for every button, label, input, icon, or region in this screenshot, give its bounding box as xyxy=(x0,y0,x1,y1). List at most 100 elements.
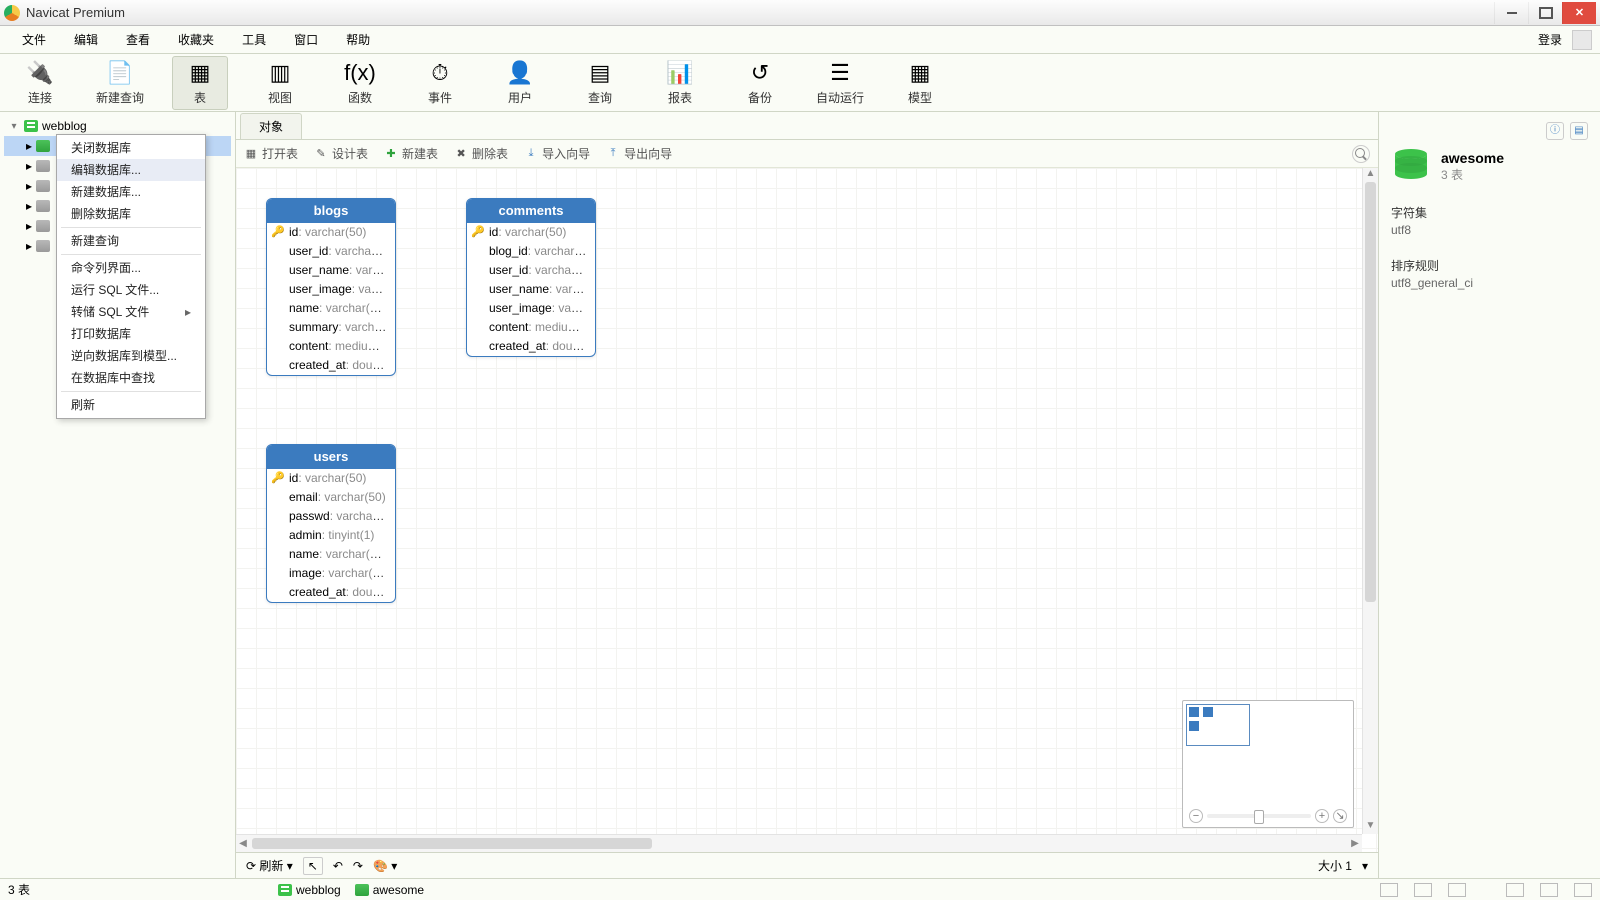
toolbar-label: 报表 xyxy=(668,89,692,106)
context-menu-item[interactable]: 刷新 xyxy=(57,394,205,416)
login-link[interactable]: 登录 xyxy=(1532,27,1568,52)
view-mode-button[interactable] xyxy=(1380,883,1398,897)
context-menu-item[interactable]: 在数据库中查找 xyxy=(57,367,205,389)
menu-view[interactable]: 查看 xyxy=(112,27,164,52)
expand-icon[interactable]: ▸ xyxy=(26,159,32,173)
expand-icon[interactable]: ▸ xyxy=(26,199,32,213)
scroll-thumb[interactable] xyxy=(252,838,652,849)
context-menu-item[interactable]: 转储 SQL 文件 xyxy=(57,301,205,323)
toolbar-备份-button[interactable]: ↺备份 xyxy=(732,56,788,110)
table-card-comments[interactable]: commentsid: varchar(50)blog_id: varchar(… xyxy=(466,198,596,357)
view-mode-button[interactable] xyxy=(1414,883,1432,897)
vertical-scrollbar[interactable]: ▲ ▼ xyxy=(1362,168,1378,834)
context-menu-item[interactable]: 关闭数据库 xyxy=(57,137,205,159)
open-table-button[interactable]: ▦打开表 xyxy=(244,145,298,162)
delete-table-button[interactable]: ✖删除表 xyxy=(454,145,508,162)
diagram-canvas[interactable]: blogsid: varchar(50)user_id: varchar(5..… xyxy=(236,168,1378,852)
minimap[interactable]: − + ↘ xyxy=(1182,700,1354,828)
horizontal-scrollbar[interactable]: ◀ ▶ xyxy=(236,834,1362,852)
info-button[interactable]: ⓘ xyxy=(1546,122,1564,140)
table-column: name: varchar(50) xyxy=(267,545,395,564)
expand-icon[interactable]: ▸ xyxy=(26,219,32,233)
design-table-button[interactable]: ✎设计表 xyxy=(314,145,368,162)
tree-connection[interactable]: ▾ webblog xyxy=(4,116,231,136)
layout-button[interactable] xyxy=(1540,883,1558,897)
expand-icon[interactable]: ▸ xyxy=(26,239,32,253)
object-toolbar: ▦打开表 ✎设计表 ✚新建表 ✖删除表 ⤓导入向导 ⤒导出向导 xyxy=(236,140,1378,168)
context-menu-item[interactable]: 打印数据库 xyxy=(57,323,205,345)
undo-button[interactable]: ↶ xyxy=(333,859,343,873)
design-icon: ✎ xyxy=(314,147,328,161)
zoom-slider[interactable] xyxy=(1207,814,1311,818)
redo-button[interactable]: ↷ xyxy=(353,859,363,873)
table-card-blogs[interactable]: blogsid: varchar(50)user_id: varchar(5..… xyxy=(266,198,396,376)
expand-icon[interactable]: ▸ xyxy=(26,179,32,193)
close-button[interactable] xyxy=(1562,2,1596,24)
status-crumb-database[interactable]: awesome xyxy=(355,883,424,897)
pointer-tool[interactable]: ↖ xyxy=(303,857,323,875)
layout-button[interactable] xyxy=(1506,883,1524,897)
zoom-fit-button[interactable]: ↘ xyxy=(1333,809,1347,823)
toolbar-新建查询-button[interactable]: 📄新建查询 xyxy=(92,56,148,110)
database-icon xyxy=(36,180,50,192)
table-column: content: medium... xyxy=(267,337,395,356)
import-wizard-button[interactable]: ⤓导入向导 xyxy=(524,145,590,162)
zoom-in-button[interactable]: + xyxy=(1315,809,1329,823)
toolbar-模型-button[interactable]: ▦模型 xyxy=(892,56,948,110)
scroll-down-icon[interactable]: ▼ xyxy=(1363,820,1378,834)
menu-edit[interactable]: 编辑 xyxy=(60,27,112,52)
context-menu-item[interactable]: 运行 SQL 文件... xyxy=(57,279,205,301)
menu-window[interactable]: 窗口 xyxy=(280,27,332,52)
toolbar-自动运行-button[interactable]: ☰自动运行 xyxy=(812,56,868,110)
menu-file[interactable]: 文件 xyxy=(8,27,60,52)
toolbar-视图-button[interactable]: ▥视图 xyxy=(252,56,308,110)
menu-help[interactable]: 帮助 xyxy=(332,27,384,52)
toolbar-事件-button[interactable]: ⏱事件 xyxy=(412,56,468,110)
table-column: user_image: varc... xyxy=(267,280,395,299)
zoom-out-button[interactable]: − xyxy=(1189,809,1203,823)
menu-favorites[interactable]: 收藏夹 xyxy=(164,27,228,52)
context-menu-item[interactable]: 新建查询 xyxy=(57,230,205,252)
table-card-users[interactable]: usersid: varchar(50)email: varchar(50)pa… xyxy=(266,444,396,603)
refresh-button[interactable]: ⟳ 刷新 ▾ xyxy=(246,857,293,874)
search-icon[interactable] xyxy=(1352,145,1370,163)
scroll-left-icon[interactable]: ◀ xyxy=(236,835,250,852)
view-mode-button[interactable] xyxy=(1448,883,1466,897)
export-wizard-button[interactable]: ⤒导出向导 xyxy=(606,145,672,162)
scroll-thumb[interactable] xyxy=(1365,182,1376,602)
minimize-button[interactable] xyxy=(1494,2,1528,24)
toolbar-用户-button[interactable]: 👤用户 xyxy=(492,56,548,110)
menu-tools[interactable]: 工具 xyxy=(228,27,280,52)
toolbar-报表-button[interactable]: 📊报表 xyxy=(652,56,708,110)
layout-button[interactable] xyxy=(1574,883,1592,897)
toolbar-函数-button[interactable]: f(x)函数 xyxy=(332,56,388,110)
collapse-icon[interactable]: ▾ xyxy=(8,121,20,132)
database-icon xyxy=(1391,148,1431,184)
scroll-right-icon[interactable]: ▶ xyxy=(1348,835,1362,852)
toolbar-label: 模型 xyxy=(908,89,932,106)
context-menu-item[interactable]: 新建数据库... xyxy=(57,181,205,203)
zoom-dropdown-icon[interactable]: ▾ xyxy=(1362,859,1368,873)
table-title: blogs xyxy=(267,199,395,223)
new-table-button[interactable]: ✚新建表 xyxy=(384,145,438,162)
table-column: summary: varcha... xyxy=(267,318,395,337)
scroll-up-icon[interactable]: ▲ xyxy=(1363,168,1378,182)
avatar-icon[interactable] xyxy=(1572,30,1592,50)
expand-icon[interactable]: ▸ xyxy=(26,139,32,153)
maximize-button[interactable] xyxy=(1528,2,1562,24)
color-tool[interactable]: 🎨 ▾ xyxy=(373,859,397,873)
context-menu-item[interactable]: 命令列界面... xyxy=(57,257,205,279)
toolbar-连接-button[interactable]: 🔌连接 xyxy=(12,56,68,110)
tab-objects[interactable]: 对象 xyxy=(240,113,302,139)
context-menu-item[interactable]: 删除数据库 xyxy=(57,203,205,225)
zoom-label[interactable]: 大小 1 xyxy=(1318,857,1352,874)
toolbar-表-button[interactable]: ▦表 xyxy=(172,56,228,110)
toolbar-查询-button[interactable]: ▤查询 xyxy=(572,56,628,110)
import-icon: ⤓ xyxy=(524,147,538,161)
context-menu-item[interactable]: 逆向数据库到模型... xyxy=(57,345,205,367)
ddl-button[interactable]: ▤ xyxy=(1570,122,1588,140)
status-crumb-connection[interactable]: webblog xyxy=(278,883,341,897)
toolbar-icon: ☰ xyxy=(830,59,850,87)
menu-bar: 文件 编辑 查看 收藏夹 工具 窗口 帮助 登录 xyxy=(0,26,1600,54)
context-menu-item[interactable]: 编辑数据库... xyxy=(57,159,205,181)
